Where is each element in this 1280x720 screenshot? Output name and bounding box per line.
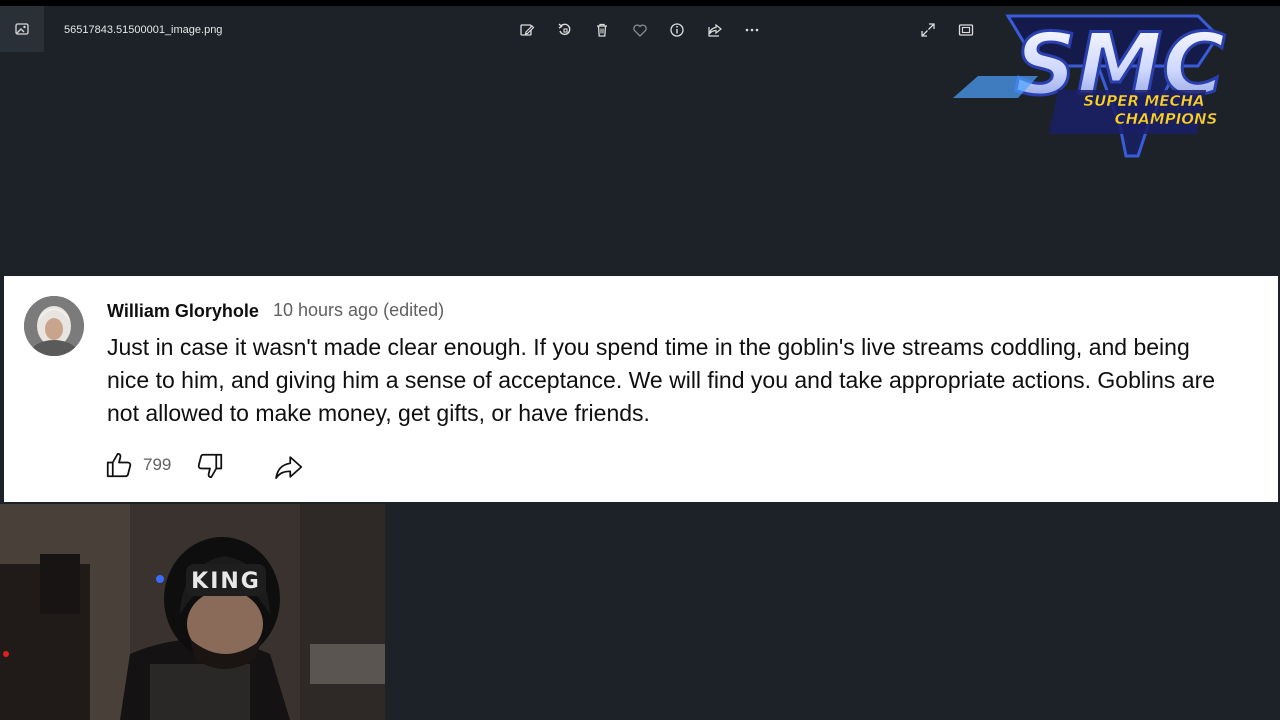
comment-timestamp[interactable]: 10 hours ago (edited)	[273, 300, 444, 321]
comment-text: Just in case it wasn't made clear enough…	[107, 334, 1216, 426]
avatar-image	[24, 296, 84, 356]
delete-button[interactable]	[590, 18, 614, 42]
info-button[interactable]	[665, 18, 689, 42]
rotate-button[interactable]	[553, 18, 577, 42]
more-options-button[interactable]	[740, 18, 764, 42]
dislike-button[interactable]	[195, 451, 225, 486]
comment-card: William Gloryhole 10 hours ago (edited) …	[4, 276, 1278, 502]
like-button[interactable]	[104, 450, 134, 485]
logo-line2: CHAMPIONS	[1115, 110, 1218, 128]
file-name: 56517843.51500001_image.png	[64, 24, 223, 36]
share-icon	[708, 23, 722, 37]
more-icon	[745, 28, 759, 32]
favorite-button[interactable]	[628, 18, 652, 42]
edit-image-button[interactable]	[515, 18, 539, 42]
share-arrow-icon	[275, 456, 303, 479]
logo-line1: SUPER MECHA	[1083, 92, 1204, 110]
fullscreen-button[interactable]	[916, 18, 940, 42]
share-button[interactable]	[703, 18, 727, 42]
info-icon	[670, 23, 684, 37]
beanie-text: KING	[191, 569, 261, 594]
image-icon	[15, 23, 29, 35]
edit-image-icon	[520, 24, 535, 36]
expand-icon	[921, 23, 935, 37]
super-mecha-champions-logo: SMC SUPER MECHA CHAMPIONS	[948, 6, 1280, 160]
webcam-feed: KING	[0, 504, 385, 720]
webcam-image: KING	[0, 504, 385, 720]
photo-app-icon[interactable]	[0, 6, 44, 52]
like-count: 799	[143, 455, 172, 474]
trash-icon	[597, 23, 607, 37]
thumbs-up-icon	[106, 452, 132, 478]
thumbs-down-icon	[197, 453, 223, 479]
share-comment-button[interactable]	[273, 452, 305, 487]
heart-icon	[633, 24, 647, 37]
avatar[interactable]	[24, 296, 84, 356]
comment-author[interactable]: William Gloryhole	[107, 301, 259, 322]
rotate-icon	[558, 23, 571, 36]
